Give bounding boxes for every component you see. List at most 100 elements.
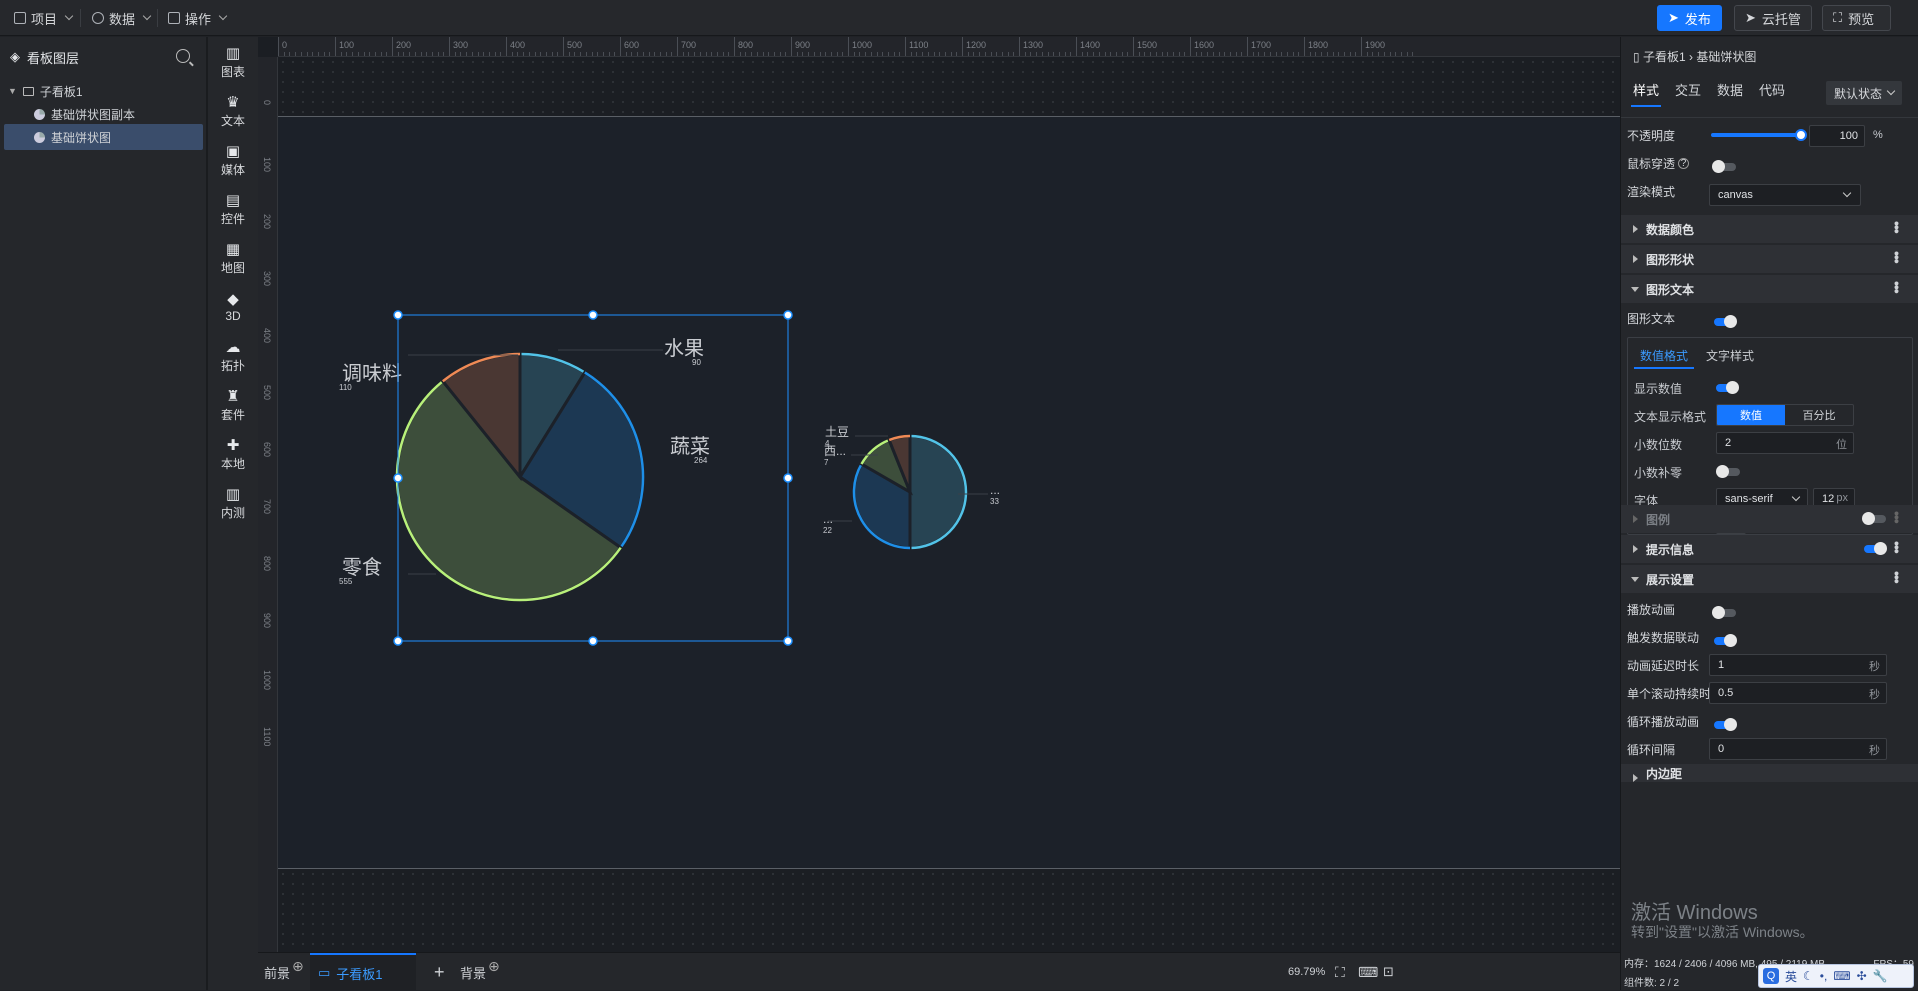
iconbar-chart[interactable]: ▥ 图表	[208, 37, 258, 87]
tab-foreground[interactable]: 前景	[264, 953, 290, 991]
more-icon[interactable]: •••	[1889, 221, 1905, 233]
decimals-input[interactable]: 2位	[1716, 432, 1854, 454]
section-shape[interactable]: 图形形状 •••	[1621, 245, 1918, 273]
anim-delay-input[interactable]: 1秒	[1709, 654, 1887, 676]
iconbar-local[interactable]: ✚ 本地	[208, 429, 258, 479]
caret-right-icon	[1633, 515, 1638, 523]
opacity-slider[interactable]	[1711, 133, 1801, 137]
search-icon[interactable]	[176, 49, 190, 63]
iconbar-text[interactable]: ♛ 文本	[208, 86, 258, 136]
section-display[interactable]: 展示设置 •••	[1621, 565, 1918, 593]
text-subtabs: 数值格式 文字样式	[1634, 344, 1754, 369]
tools-icon[interactable]: ✣	[1857, 969, 1867, 983]
more-icon[interactable]: •••	[1889, 251, 1905, 263]
pie-label-value: 7	[824, 458, 829, 467]
cloud-hosting-button[interactable]: ➤ 云托管	[1734, 5, 1812, 31]
windows-activation-hint: 转到"设置"以激活 Windows。	[1631, 924, 1814, 940]
subtab-text-style[interactable]: 文字样式	[1706, 344, 1754, 369]
mouse-through-toggle[interactable]	[1712, 160, 1736, 173]
layer-panel-title: 看板图层	[27, 50, 80, 66]
format-percent-option[interactable]: 百分比	[1785, 405, 1853, 425]
format-segmented[interactable]: 数值 百分比	[1716, 404, 1854, 426]
format-number-option[interactable]: 数值	[1717, 405, 1785, 425]
resize-handle[interactable]	[783, 473, 793, 483]
more-icon[interactable]: •••	[1889, 511, 1905, 523]
pie-chart-icon	[34, 108, 45, 120]
resize-handle[interactable]	[393, 473, 403, 483]
ime-toolbar[interactable]: Q 英 ☾ •, ⌨ ✣ 🔧	[1758, 964, 1914, 988]
help-icon[interactable]: ?	[1678, 157, 1690, 169]
section-tooltip[interactable]: 提示信息 •••	[1621, 535, 1918, 563]
keyboard-icon[interactable]: ⌨	[1833, 969, 1850, 983]
tab-background[interactable]: 背景	[460, 953, 486, 991]
subtab-number-format[interactable]: 数值格式	[1634, 344, 1695, 369]
iconbar-map[interactable]: ▦ 地图	[208, 233, 258, 283]
tab-interaction[interactable]: 交互	[1673, 74, 1703, 107]
chevron-down-icon	[218, 11, 228, 21]
section-padding[interactable]: 内边距	[1621, 764, 1918, 782]
legend-toggle[interactable]	[1862, 512, 1886, 525]
fullscreen-icon: ⛶	[1833, 10, 1843, 25]
more-icon[interactable]: •••	[1889, 571, 1905, 583]
resize-handle[interactable]	[393, 636, 403, 646]
console-icon[interactable]: ⊡	[1383, 953, 1394, 991]
add-board-icon[interactable]: +	[434, 953, 445, 991]
divider	[1621, 117, 1918, 118]
show-value-toggle[interactable]	[1716, 381, 1739, 394]
breadcrumb-parent[interactable]: 子看板1	[1643, 50, 1686, 64]
iconbar-media[interactable]: ▣ 媒体	[208, 135, 258, 185]
add-background-icon[interactable]: ⊕	[488, 947, 500, 985]
menu-operate[interactable]: 操作	[168, 6, 228, 30]
iconbar-kit[interactable]: ♜ 套件	[208, 380, 258, 430]
ime-language[interactable]: 英	[1785, 968, 1797, 985]
resize-handle[interactable]	[588, 636, 598, 646]
resize-handle[interactable]	[393, 310, 403, 320]
menu-data[interactable]: 数据	[92, 6, 152, 30]
section-data-color[interactable]: 数据颜色 •••	[1621, 215, 1918, 243]
render-mode-select[interactable]: canvas	[1709, 184, 1861, 206]
moon-icon[interactable]: ☾	[1803, 969, 1814, 983]
opacity-input[interactable]: 100	[1809, 125, 1865, 147]
keyboard-icon[interactable]: ⌨	[1358, 953, 1378, 991]
menu-project[interactable]: 项目	[14, 6, 74, 30]
publish-button[interactable]: ➤ 发布	[1657, 5, 1722, 31]
fit-screen-icon[interactable]: ⛶	[1335, 953, 1345, 991]
more-icon[interactable]: •••	[1889, 541, 1905, 553]
preview-button[interactable]: ⛶ 预览	[1822, 5, 1892, 31]
caret-down-icon	[1631, 287, 1639, 292]
pad-zero-toggle[interactable]	[1716, 465, 1740, 478]
tooltip-toggle[interactable]	[1864, 542, 1887, 555]
section-legend[interactable]: 图例 •••	[1621, 505, 1918, 533]
pie-chart-copy[interactable]: ...33...22西...7土豆4	[823, 425, 1000, 550]
add-foreground-icon[interactable]: ⊕	[292, 947, 304, 985]
iconbar-beta[interactable]: ▥ 内测	[208, 478, 258, 528]
section-shape-text[interactable]: 图形文本 •••	[1621, 275, 1918, 303]
scroll-duration-input[interactable]: 0.5 秒	[1709, 682, 1887, 704]
shape-text-toggle[interactable]	[1714, 315, 1737, 328]
more-icon[interactable]: •••	[1889, 281, 1905, 293]
resize-handle[interactable]	[783, 310, 793, 320]
resize-handle[interactable]	[783, 636, 793, 646]
play-anim-toggle[interactable]	[1712, 606, 1736, 619]
zoom-level[interactable]: 69.79%	[1288, 953, 1325, 991]
tree-item-pie[interactable]: 基础饼状图	[4, 124, 203, 150]
iconbar-topology[interactable]: ☁ 拓扑	[208, 331, 258, 381]
resize-handle[interactable]	[588, 310, 598, 320]
tab-board[interactable]: ▭ 子看板1	[310, 953, 416, 991]
state-select[interactable]: 默认状态	[1826, 81, 1902, 105]
iconbar-3d[interactable]: ◆ 3D	[208, 282, 258, 332]
tab-data[interactable]: 数据	[1715, 74, 1745, 107]
pie-label-name: 水果	[664, 337, 704, 360]
pie-chart-main[interactable]: 水果90 蔬菜264 零食555 调味料110	[339, 337, 710, 602]
wrench-icon[interactable]: 🔧	[1873, 969, 1888, 983]
interval-input[interactable]: 0秒	[1709, 738, 1887, 760]
iconbar-widget[interactable]: ▤ 控件	[208, 184, 258, 234]
trigger-link-toggle[interactable]	[1714, 634, 1737, 647]
opacity-slider-handle[interactable]	[1795, 129, 1807, 141]
pie-label-value: 555	[339, 577, 353, 586]
loop-toggle[interactable]	[1714, 718, 1737, 731]
tab-code[interactable]: 代码	[1757, 74, 1787, 107]
tab-style[interactable]: 样式	[1631, 74, 1662, 107]
canvas-area[interactable]: 0 100 200 300 400 500 600 700 800 900 1000 1100 1200…	[258, 37, 1620, 952]
punct-icon[interactable]: •,	[1820, 969, 1828, 983]
